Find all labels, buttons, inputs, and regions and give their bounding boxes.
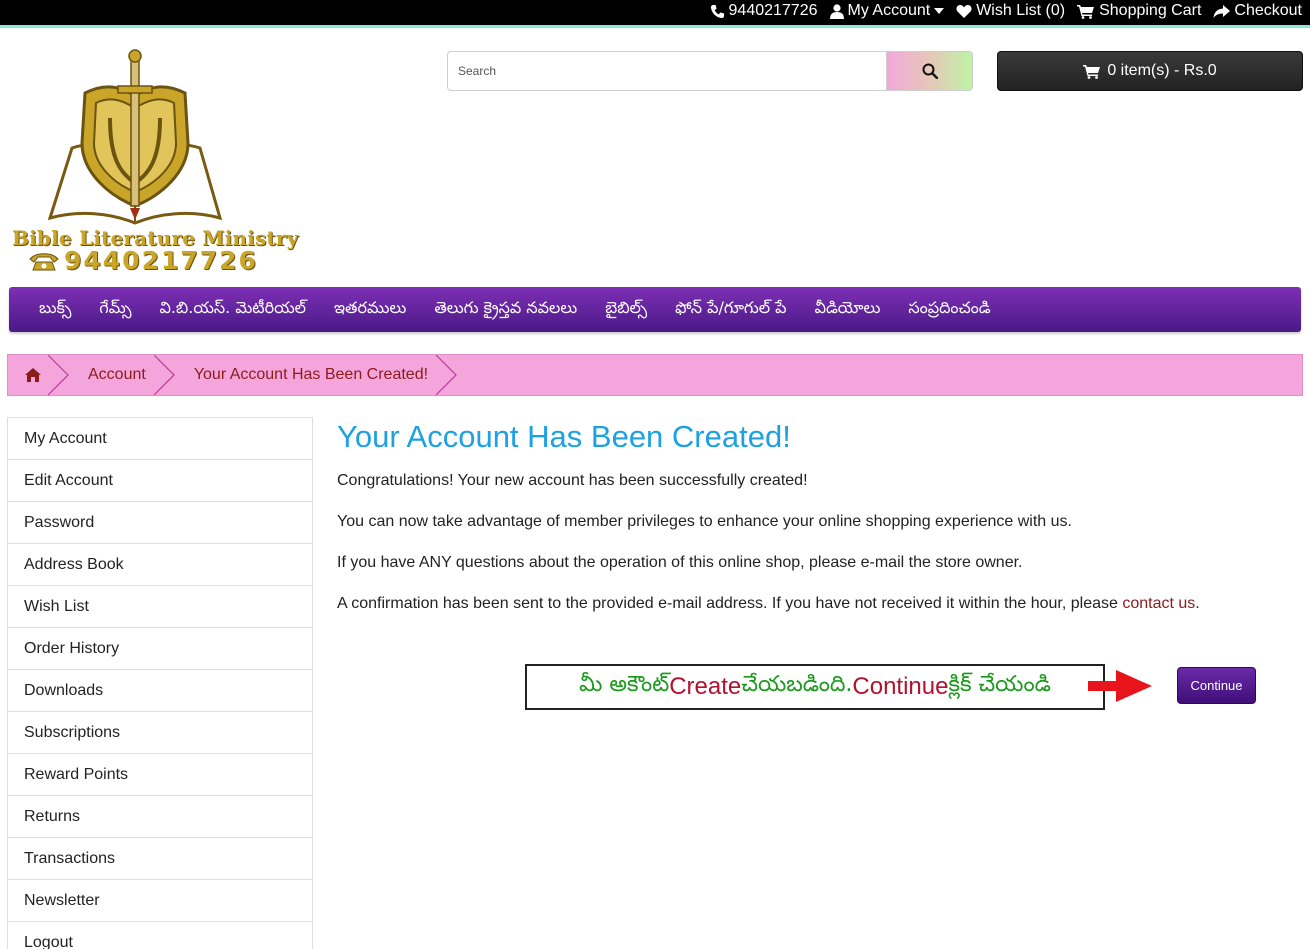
heart-icon [956,4,972,18]
checkout-link[interactable]: Checkout [1213,2,1302,20]
sidebar-item-wish-list[interactable]: Wish List [8,586,312,628]
breadcrumb-current[interactable]: Your Account Has Been Created! [164,355,457,395]
note-part-4: Continue [852,673,949,700]
congrats-text: Congratulations! Your new account has be… [337,472,808,489]
search-input[interactable] [447,51,887,91]
menu-item-others[interactable]: ఇతరములు [334,298,406,321]
search-bar [447,51,973,91]
menu-item-books[interactable]: బుక్స్ [39,298,71,321]
top-links: 9440217726 My Account Wish List (0) Shop… [710,2,1302,20]
main-menu: బుక్స్ గేమ్స్ వి.బి.యస్. మెటీరియల్ ఇతరము… [9,287,1301,332]
account-sidebar: My Account Edit Account Password Address… [7,417,313,949]
main-content: Your Account Has Been Created! Congratul… [337,417,1297,635]
breadcrumb-account[interactable]: Account [58,355,175,395]
telephone-icon [29,252,59,270]
phone-icon [710,4,724,18]
sidebar-item-edit-account[interactable]: Edit Account [8,460,312,502]
red-arrow-icon [1088,670,1152,702]
user-icon [829,3,844,19]
search-button[interactable] [887,51,973,91]
menu-item-games[interactable]: గేమ్స్ [99,298,131,321]
share-icon [1213,4,1231,18]
search-icon [922,63,938,79]
sidebar-item-downloads[interactable]: Downloads [8,670,312,712]
contact-us-link[interactable]: contact us [1122,595,1195,612]
sidebar-item-address-book[interactable]: Address Book [8,544,312,586]
sidebar-item-subscriptions[interactable]: Subscriptions [8,712,312,754]
confirmation-text: A confirmation has been sent to the prov… [337,594,1297,614]
shopping-cart-link[interactable]: Shopping Cart [1077,2,1201,20]
top-bar: 9440217726 My Account Wish List (0) Shop… [0,0,1310,28]
wish-list-link[interactable]: Wish List (0) [956,2,1065,20]
continue-button[interactable]: Continue [1177,667,1256,704]
phone-number: 9440217726 [728,2,818,19]
caret-down-icon [934,8,945,14]
menu-item-bibles[interactable]: బైబిల్స్ [605,298,647,321]
questions-text: If you have ANY questions about the oper… [337,554,1023,571]
logo-phone-number: 9440217726 [64,246,258,275]
home-icon [25,368,41,382]
confirmation-text-body: A confirmation has been sent to the prov… [337,595,1123,612]
confirmation-text-end: . [1195,595,1200,612]
my-account-label: My Account [847,2,931,19]
checkout-label: Checkout [1234,2,1302,19]
menu-item-videos[interactable]: వీడియోలు [815,298,881,321]
breadcrumb-home[interactable] [8,355,69,395]
menu-item-payment[interactable]: ఫోన్ పే/గూగుల్ పే [675,298,786,321]
breadcrumb: Account Your Account Has Been Created! [7,354,1303,396]
breadcrumb-separator-icon [435,355,457,395]
phone-link[interactable]: 9440217726 [710,2,818,20]
sidebar-item-order-history[interactable]: Order History [8,628,312,670]
my-account-link[interactable]: My Account [829,2,945,20]
cart-button[interactable]: 0 item(s) - Rs.0 [997,51,1303,91]
breadcrumb-current-label: Your Account Has Been Created! [193,366,429,383]
sidebar-item-returns[interactable]: Returns [8,796,312,838]
breadcrumb-account-label: Account [88,366,146,383]
note-part-2: Create [669,673,742,700]
privileges-text: You can now take advantage of member pri… [337,513,1072,530]
cart-icon [1077,4,1095,19]
sidebar-item-transactions[interactable]: Transactions [8,838,312,880]
wish-list-label: Wish List (0) [976,2,1066,19]
note-part-5: క్లిక్ చేయండి [948,672,1051,697]
sidebar-item-newsletter[interactable]: Newsletter [8,880,312,922]
cart-icon [1083,64,1101,79]
sidebar-item-my-account[interactable]: My Account [8,418,312,460]
note-part-3: చేయబడింది. [741,672,853,697]
menu-item-contact[interactable]: సంప్రదించండి [908,298,990,321]
cart-label: 0 item(s) - Rs.0 [1107,62,1217,79]
sidebar-item-reward-points[interactable]: Reward Points [8,754,312,796]
menu-item-novels[interactable]: తెలుగు క్రైస్తవ నవలలు [434,298,577,321]
instruction-note: మీ అకౌంట్ Create చేయబడింది. Continue క్ల… [525,664,1105,710]
shopping-cart-label: Shopping Cart [1099,2,1202,19]
page-title: Your Account Has Been Created! [337,419,791,454]
note-part-1: మీ అకౌంట్ [579,672,670,697]
sidebar-item-password[interactable]: Password [8,502,312,544]
sidebar-item-logout[interactable]: Logout [8,922,312,949]
logo-phone: 9440217726 [28,246,258,275]
menu-item-vbs-material[interactable]: వి.బి.యస్. మెటీరియల్ [159,298,306,321]
